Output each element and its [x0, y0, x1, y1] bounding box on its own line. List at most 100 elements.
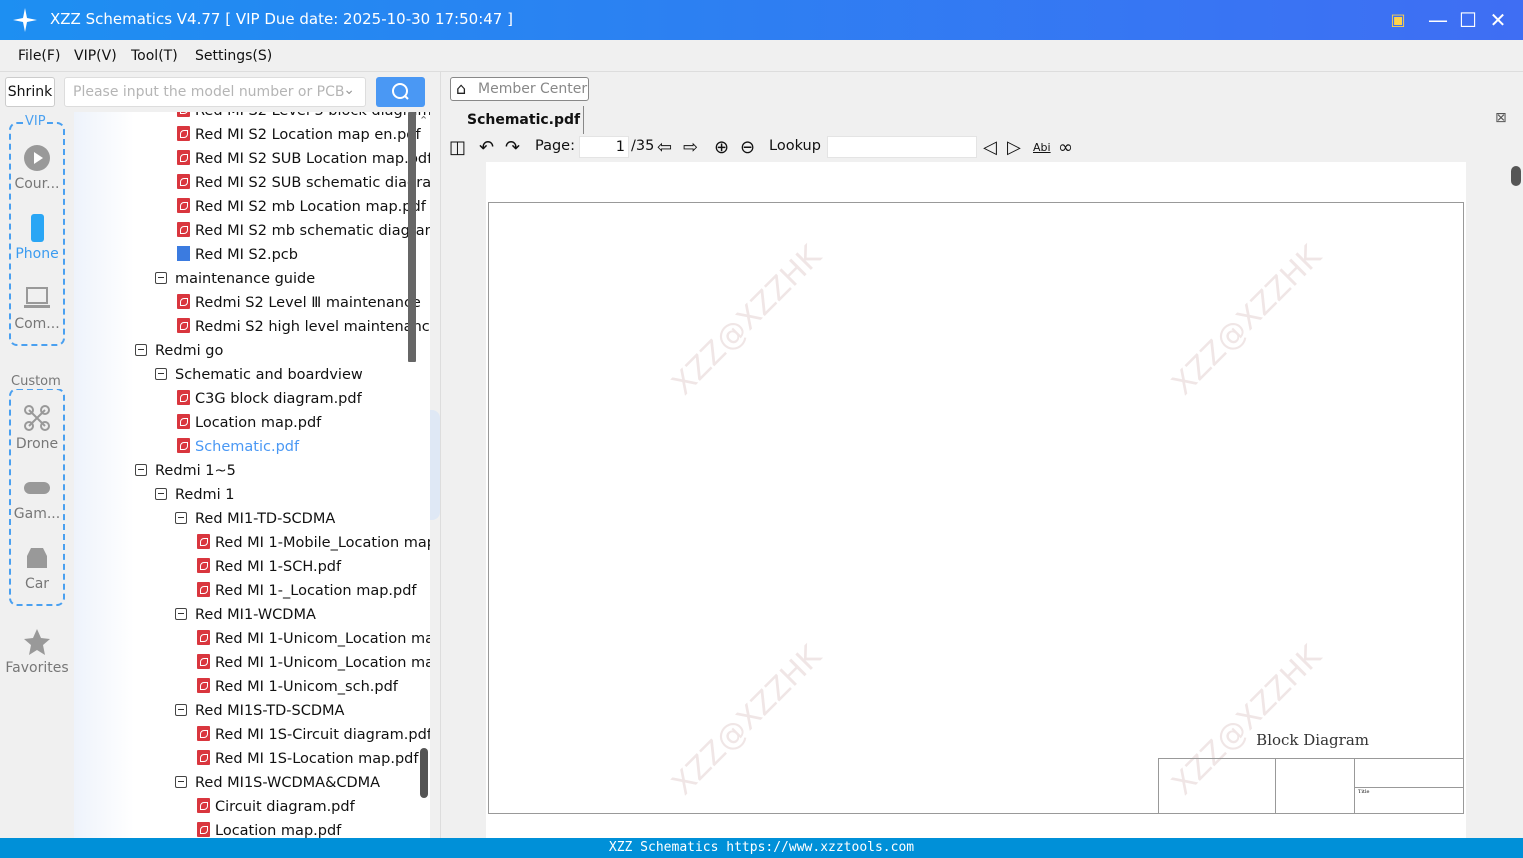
close-tab-icon[interactable]: ⊠ — [1495, 110, 1507, 126]
sidebar-item-drone[interactable]: Drone — [0, 404, 74, 452]
tree-item-label: Red MI 1-Unicom_Location map — [215, 655, 430, 671]
zoom-out-icon[interactable]: ⊖ — [740, 138, 755, 158]
menu-file[interactable]: File(F) — [18, 48, 60, 64]
search-placeholder: Please input the model number or PCB — [73, 84, 345, 100]
lookup-input[interactable] — [827, 136, 977, 158]
tree-item-label: Redmi go — [155, 343, 224, 359]
tree-folder[interactable]: Redmi go — [135, 339, 223, 363]
member-center-button[interactable]: ⌂ Member Center — [450, 77, 589, 101]
menu-tool[interactable]: Tool(T) — [131, 48, 178, 64]
collapse-panel-handle[interactable] — [430, 410, 440, 520]
tree-file[interactable]: Redmi S2 high level maintenance — [177, 315, 430, 339]
rotate-left-icon[interactable]: ↶ — [479, 138, 494, 158]
prev-page-icon[interactable]: ⇦ — [657, 138, 672, 158]
next-page-icon[interactable]: ⇨ — [683, 138, 698, 158]
tree-file[interactable]: Red MI S2 SUB schematic diagram — [177, 171, 430, 195]
two-page-view-icon[interactable]: ◫ — [449, 138, 466, 158]
schematic-frame: XZZ@XZZHK XZZ@XZZHK XZZ@XZZHK XZZ@XZZHK … — [488, 202, 1464, 814]
collapse-icon[interactable] — [175, 704, 187, 716]
minimize-button[interactable]: — — [1424, 6, 1452, 34]
rotate-right-icon[interactable]: ↷ — [505, 138, 520, 158]
find-prev-icon[interactable]: ◁ — [983, 138, 997, 158]
custom-label: Custom — [10, 374, 62, 389]
tree-file[interactable]: Red MI 1-Unicom_Location map — [197, 651, 430, 675]
tree-file[interactable]: Red MI S2 mb schematic diagram — [177, 219, 430, 243]
sidebar-item-game[interactable]: Gam... — [0, 474, 74, 522]
tree-folder[interactable]: Red MI1-TD-SCDMA — [175, 507, 335, 531]
pdf-file-icon — [177, 222, 190, 237]
sidebar-label: Favorites — [5, 660, 69, 676]
tree-file[interactable]: Redmi S2 Level Ⅲ maintenance — [177, 291, 421, 315]
close-button[interactable]: ✕ — [1484, 6, 1512, 34]
tree-file[interactable]: Red MI 1-Mobile_Location map — [197, 531, 430, 555]
tree-item-label: Schematic.pdf — [195, 439, 300, 455]
tree-file[interactable]: Red MI 1-SCH.pdf — [197, 555, 341, 579]
watermark: XZZ@XZZHK — [1165, 238, 1329, 403]
tree-file[interactable]: Red MI S2 Location map en.pdf — [177, 123, 421, 147]
tree-file[interactable]: Location map.pdf — [177, 411, 321, 435]
tree-folder[interactable]: Schematic and boardview — [155, 363, 363, 387]
tree-item-label: Redmi S2 high level maintenance — [195, 319, 430, 335]
menu-bar: File(F) VIP(V) Tool(T) Settings(S) — [0, 40, 1523, 72]
pdf-file-icon — [177, 414, 190, 429]
binoculars-icon[interactable]: ∞ — [1058, 138, 1073, 158]
shrink-button[interactable]: Shrink — [5, 77, 55, 107]
briefcase-icon[interactable]: ▣ — [1384, 6, 1412, 34]
page-input[interactable]: 1 — [579, 136, 629, 158]
chevron-down-icon[interactable]: ⌄ — [343, 82, 355, 98]
sidebar-item-courses[interactable]: Cour... — [0, 144, 74, 192]
find-next-icon[interactable]: ▷ — [1007, 138, 1021, 158]
tree-file[interactable]: Red MI S2 mb Location map.pdf — [177, 195, 426, 219]
sidebar-label: Com... — [14, 316, 60, 332]
tree-file[interactable]: Red MI 1S-Location map.pdf — [197, 747, 419, 771]
pdf-page[interactable]: XZZ@XZZHK XZZ@XZZHK XZZ@XZZHK XZZ@XZZHK … — [486, 162, 1466, 838]
tree-file[interactable]: Red MI S2.pcb — [177, 243, 298, 267]
tree-file[interactable]: Red MI 1-Unicom_Location map — [197, 627, 430, 651]
tree-folder[interactable]: Red MI1S-TD-SCDMA — [175, 699, 344, 723]
collapse-icon[interactable] — [135, 464, 147, 476]
collapse-icon[interactable] — [175, 776, 187, 788]
sidebar-item-computer[interactable]: Com... — [0, 284, 74, 332]
tree-file[interactable]: Red MI 1-Unicom_sch.pdf — [197, 675, 398, 699]
tree-file[interactable]: Red MI S2 SUB Location map.pdf — [177, 147, 430, 171]
tree-file[interactable]: Red MI 1-_Location map.pdf — [197, 579, 417, 603]
pdf-file-icon — [177, 112, 190, 117]
menu-settings[interactable]: Settings(S) — [195, 48, 272, 64]
menu-vip[interactable]: VIP(V) — [74, 48, 117, 64]
tree-file[interactable]: Schematic.pdf — [177, 435, 299, 459]
sidebar-item-favorites[interactable]: Favorites — [0, 628, 74, 676]
panel-scrollbar[interactable] — [420, 748, 428, 798]
tree-folder[interactable]: Red MI1-WCDMA — [175, 603, 316, 627]
search-button[interactable] — [376, 77, 425, 107]
collapse-icon[interactable] — [135, 344, 147, 356]
collapse-icon[interactable] — [155, 488, 167, 500]
scroll-up-icon[interactable]: ⌃ — [419, 114, 428, 127]
pdf-file-icon — [177, 150, 190, 165]
tree-file[interactable]: Red MI 1S-Circuit diagram.pdf — [197, 723, 430, 747]
drone-icon — [24, 405, 50, 431]
tree-file[interactable]: Circuit diagram.pdf — [197, 795, 355, 819]
collapse-icon[interactable] — [175, 608, 187, 620]
tab-schematic-pdf[interactable]: Schematic.pdf — [441, 106, 584, 134]
sidebar-label: Car — [24, 576, 50, 592]
tree-folder[interactable]: Red MI1S-WCDMA&CDMA — [175, 771, 380, 795]
tree-folder[interactable]: Redmi 1 — [155, 483, 235, 507]
zoom-in-icon[interactable]: ⊕ — [714, 138, 729, 158]
tree-item-label: Red MI 1S-Location map.pdf — [215, 751, 419, 767]
tree-item-label: Circuit diagram.pdf — [215, 799, 355, 815]
tree-file[interactable]: Red MI S2 Level 3 block diagram — [177, 112, 430, 123]
maximize-button[interactable]: ☐ — [1454, 6, 1482, 34]
collapse-icon[interactable] — [175, 512, 187, 524]
tree-file[interactable]: Location map.pdf — [197, 819, 341, 838]
tree-folder[interactable]: maintenance guide — [155, 267, 315, 291]
tree-folder[interactable]: Redmi 1~5 — [135, 459, 236, 483]
tree-scrollbar[interactable] — [408, 112, 416, 362]
model-search-input[interactable]: Please input the model number or PCB ⌄ — [64, 77, 366, 107]
viewer-scrollbar[interactable] — [1511, 166, 1521, 186]
sidebar-item-phone[interactable]: Phone — [0, 214, 74, 262]
sidebar-item-car[interactable]: Car — [0, 544, 74, 592]
match-word-button[interactable]: Abi — [1033, 141, 1051, 154]
tree-file[interactable]: C3G block diagram.pdf — [177, 387, 362, 411]
collapse-icon[interactable] — [155, 368, 167, 380]
collapse-icon[interactable] — [155, 272, 167, 284]
